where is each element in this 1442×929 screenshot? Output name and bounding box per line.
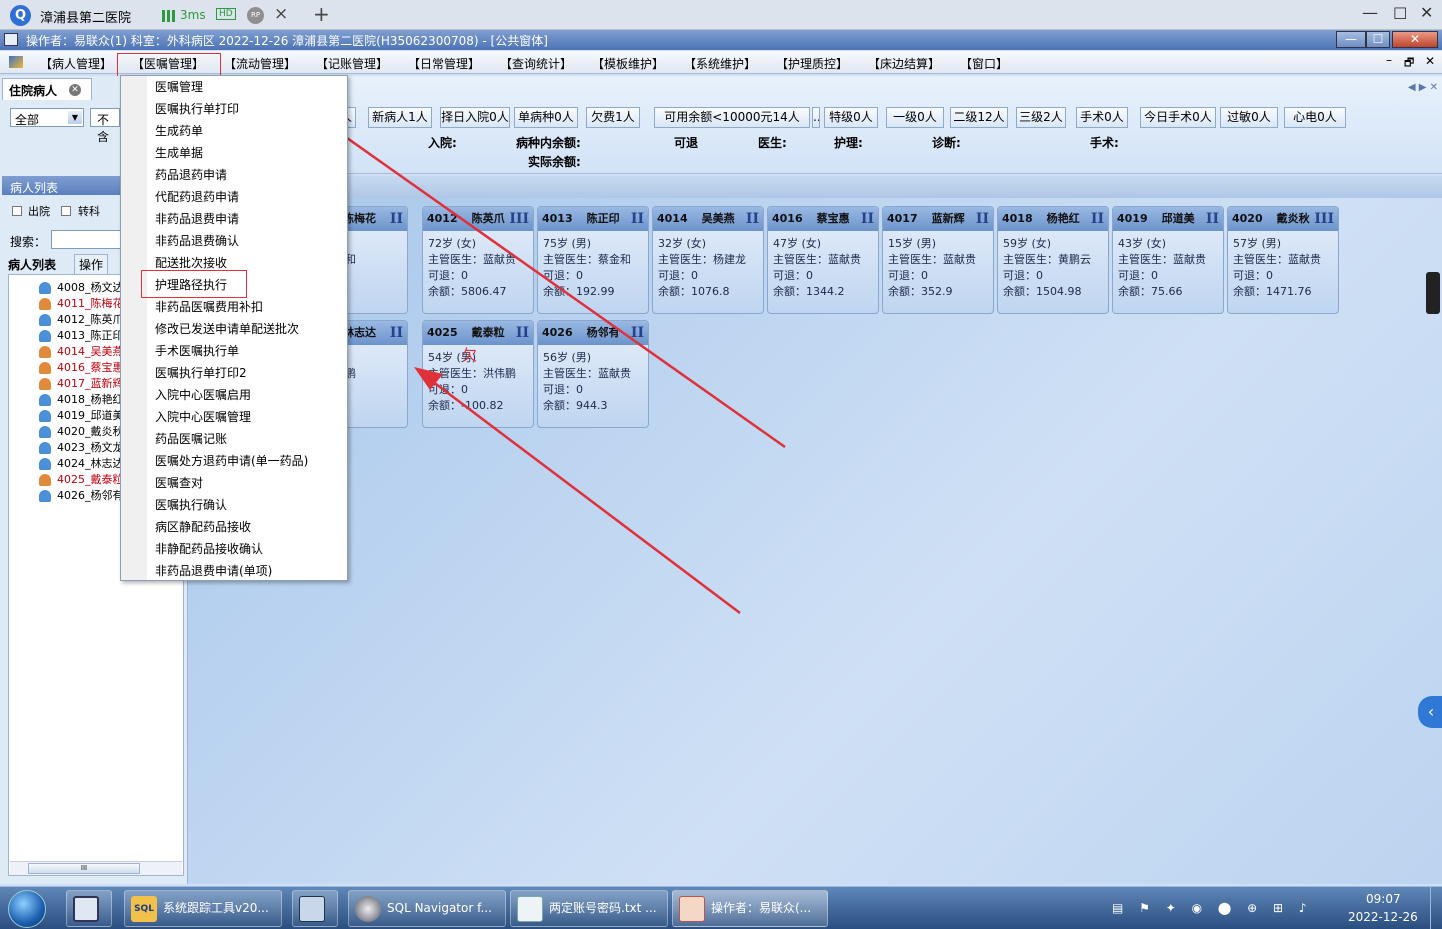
tray-icons[interactable]: ▤ ⚑ ✦ ◉ ⬤ ⊕ ⊞ ♪ bbox=[1112, 901, 1342, 917]
dropdown-item[interactable]: 医嘱执行单打印 bbox=[155, 100, 239, 117]
dropdown-item[interactable]: 非药品医嘱费用补扣 bbox=[155, 298, 263, 315]
dropdown-item[interactable]: 代配药退药申请 bbox=[155, 188, 239, 205]
dropdown-item[interactable]: 生成药单 bbox=[155, 122, 203, 139]
dropdown-item[interactable]: 医嘱处方退药申请(单一药品) bbox=[155, 452, 308, 469]
start-button[interactable] bbox=[8, 890, 46, 928]
taskbar-notepad[interactable]: 两定账号密码.txt ... bbox=[510, 890, 668, 927]
dropdown-item[interactable]: 配送批次接收 bbox=[155, 254, 227, 271]
sql-icon: SQL bbox=[131, 895, 157, 922]
item-highlight-annotation bbox=[141, 270, 247, 298]
dropdown-item[interactable]: 医嘱执行确认 bbox=[155, 496, 227, 513]
dropdown-item[interactable]: 医嘱管理 bbox=[155, 78, 203, 95]
taskbar: SQL 系统跟踪工具v20... SQL Navigator f... 两定账号密… bbox=[0, 886, 1442, 929]
dropdown-item[interactable]: 手术医嘱执行单 bbox=[155, 342, 239, 359]
taskbar-active-app[interactable]: 操作者：易联众(... bbox=[672, 890, 828, 927]
taskbar-sql-navigator[interactable]: SQL Navigator f... bbox=[348, 890, 506, 927]
taskbar-app-3[interactable] bbox=[292, 890, 338, 927]
order-management-dropdown: 医嘱管理 医嘱执行单打印 生成药单 生成单据 药品退药申请 代配药退药申请 非药品退费申请非… bbox=[120, 75, 348, 581]
taskbar-app-1[interactable] bbox=[66, 890, 112, 927]
dropdown-item[interactable]: 非药品退费申请(单项) bbox=[155, 562, 272, 579]
dropdown-item[interactable]: 入院中心医嘱启用 bbox=[155, 386, 251, 403]
taskbar-trace-tool[interactable]: SQL 系统跟踪工具v20... bbox=[124, 890, 282, 927]
dropdown-icon-gutter bbox=[121, 76, 147, 580]
dropdown-item[interactable]: 病区静配药品接收 bbox=[155, 518, 251, 535]
dropdown-item[interactable]: 非药品退费确认 bbox=[155, 232, 239, 249]
dropdown-item[interactable]: 药品退药申请 bbox=[155, 166, 227, 183]
dropdown-item[interactable]: 医嘱查对 bbox=[155, 474, 203, 491]
show-desktop-button[interactable] bbox=[1430, 887, 1442, 929]
clock-time: 09:07 bbox=[1366, 892, 1401, 906]
dropdown-item[interactable]: 修改已发送申请单配送批次 bbox=[155, 320, 299, 337]
dropdown-item[interactable]: 生成单据 bbox=[155, 144, 203, 161]
dropdown-item[interactable]: 非静配药品接收确认 bbox=[155, 540, 263, 557]
dropdown-item[interactable]: 入院中心医嘱管理 bbox=[155, 408, 251, 425]
clock-date: 2022-12-26 bbox=[1348, 910, 1418, 924]
dropdown-item[interactable]: 医嘱执行单打印2 bbox=[155, 364, 247, 381]
dropdown-item[interactable]: 非药品退费申请 bbox=[155, 210, 239, 227]
dropdown-item[interactable]: 药品医嘱记账 bbox=[155, 430, 227, 447]
